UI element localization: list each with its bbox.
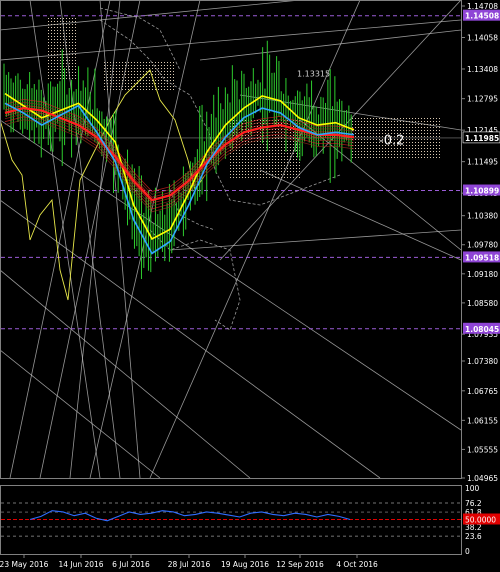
time-tick-label: 23 May 2016	[0, 560, 49, 569]
level-label: 1.08045	[465, 325, 499, 334]
trendline	[169, 229, 461, 251]
threshold-label: 50.0000	[465, 516, 496, 525]
level-label: 1.11985	[465, 134, 499, 143]
trendline	[259, 169, 461, 261]
trendline	[1, 1, 295, 31]
price-tick-label: 1.12795	[467, 95, 498, 104]
time-tick-label: 14 Jun 2016	[58, 560, 103, 569]
time-tick-label: 19 Aug 2016	[221, 560, 269, 569]
cloud-segment	[104, 62, 174, 90]
level-label: 1.10899	[465, 187, 499, 196]
price-tick-label: 1.09180	[467, 270, 498, 279]
trendline	[199, 29, 461, 61]
price-tick-label: 1.08580	[467, 299, 498, 308]
price-plot-area: 1.13315 -0.2	[1, 1, 461, 478]
trading-chart: 1.13315 -0.2 1.14708 1.14058 1.13408 1.12795 1…	[0, 0, 500, 569]
trendline	[1, 350, 161, 478]
annotation: -0.2	[379, 134, 404, 149]
trendline	[1, 120, 461, 431]
oscillator-tick-label: 100	[465, 484, 480, 493]
time-tick-label: 4 Oct 2016	[336, 560, 378, 569]
price-tick-label: 1.07380	[467, 357, 498, 366]
annotation: 1.13315	[297, 69, 330, 78]
time-tick-label: 6 Jul 2016	[112, 560, 150, 569]
level-label: 1.14508	[465, 12, 499, 21]
price-tick-label: 1.13408	[467, 65, 498, 74]
price-tick-label: 1.10380	[467, 212, 498, 221]
price-tick-label: 1.04965	[467, 474, 498, 483]
price-tick-label: 1.06765	[467, 387, 498, 396]
time-tick-label: 28 Jul 2016	[168, 560, 211, 569]
price-chart: 1.13315 -0.2 1.14708 1.14058 1.13408 1.12795 1…	[0, 0, 500, 483]
price-tick-label: 1.09780	[467, 241, 498, 250]
level-label: 1.09518	[465, 253, 499, 262]
price-tick-label: 1.11495	[467, 158, 498, 167]
price-tick-label: 1.14058	[467, 33, 498, 42]
envelope-line	[99, 7, 181, 71]
oscillator-panel: 10076.261.85038.223.6050.0000	[0, 484, 500, 556]
oscillator-tick-label: 0	[465, 547, 470, 556]
time-axis: 23 May 2016 14 Jun 2016 6 Jul 2016 28 Jul 2…	[0, 554, 378, 569]
price-axis: 1.147081.140581.134081.127951.121451.114…	[461, 2, 500, 483]
price-tick-label: 1.06155	[467, 416, 498, 425]
oscillator-tick-label: 76.2	[465, 499, 482, 508]
price-tick-label: 1.05555	[467, 445, 498, 454]
price-tick-label: 1.14708	[467, 2, 498, 11]
time-tick-label: 12 Sep 2016	[276, 560, 324, 569]
oscillator-tick-label: 23.6	[465, 532, 482, 541]
